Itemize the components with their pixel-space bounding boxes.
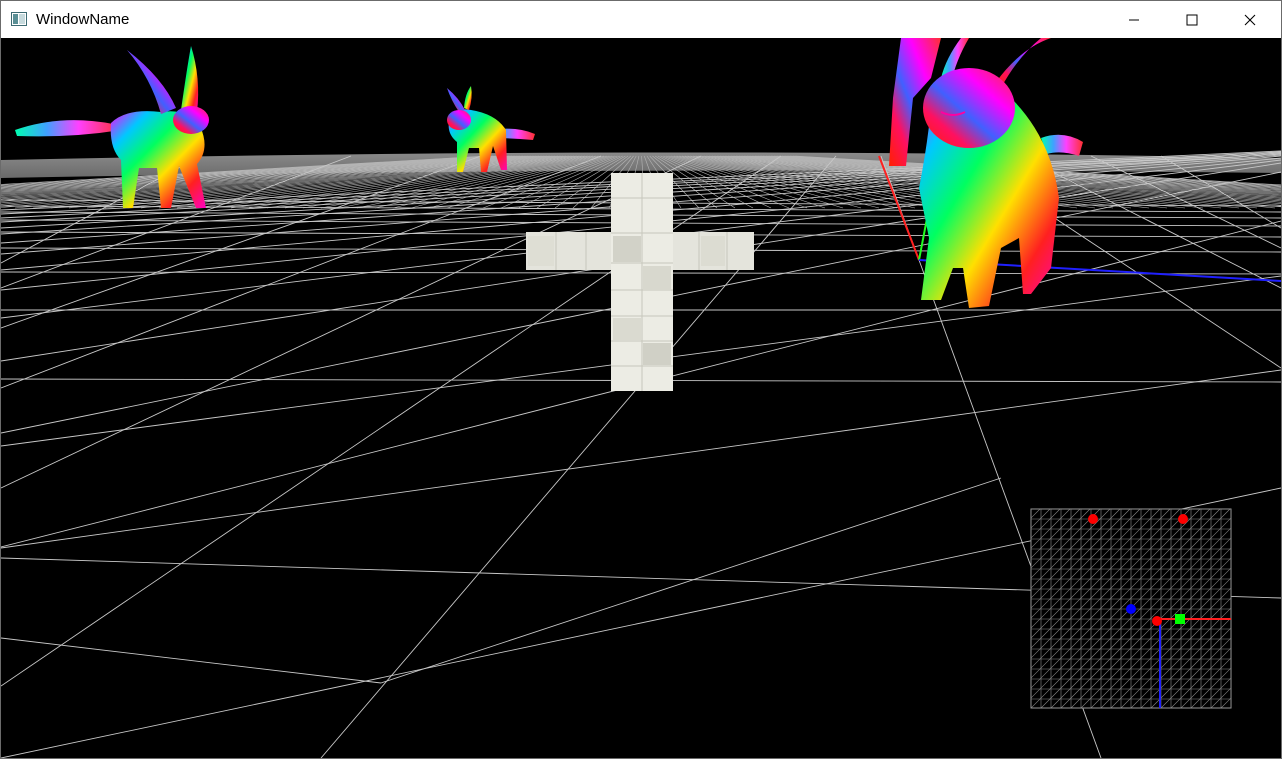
maximize-icon <box>1186 14 1198 25</box>
minimize-button[interactable] <box>1105 1 1163 38</box>
app-window-icon <box>11 12 27 26</box>
minimap[interactable] <box>831 508 1281 709</box>
minimize-icon <box>1129 19 1139 20</box>
scene-canvas[interactable] <box>1 38 1281 758</box>
window-title: WindowName <box>36 11 130 28</box>
application-window: WindowName <box>0 0 1282 759</box>
minimap-marker <box>1178 514 1188 524</box>
minimap-marker <box>1126 604 1136 614</box>
minimap-camera-marker <box>1175 614 1185 624</box>
close-button[interactable] <box>1221 1 1279 38</box>
maximize-button[interactable] <box>1163 1 1221 38</box>
minimap-marker <box>1152 616 1162 626</box>
minimap-marker <box>1088 514 1098 524</box>
title-bar[interactable]: WindowName <box>1 1 1281 38</box>
close-icon <box>1244 14 1256 25</box>
minimap-grid <box>1031 509 1231 708</box>
3d-viewport[interactable] <box>1 38 1281 758</box>
